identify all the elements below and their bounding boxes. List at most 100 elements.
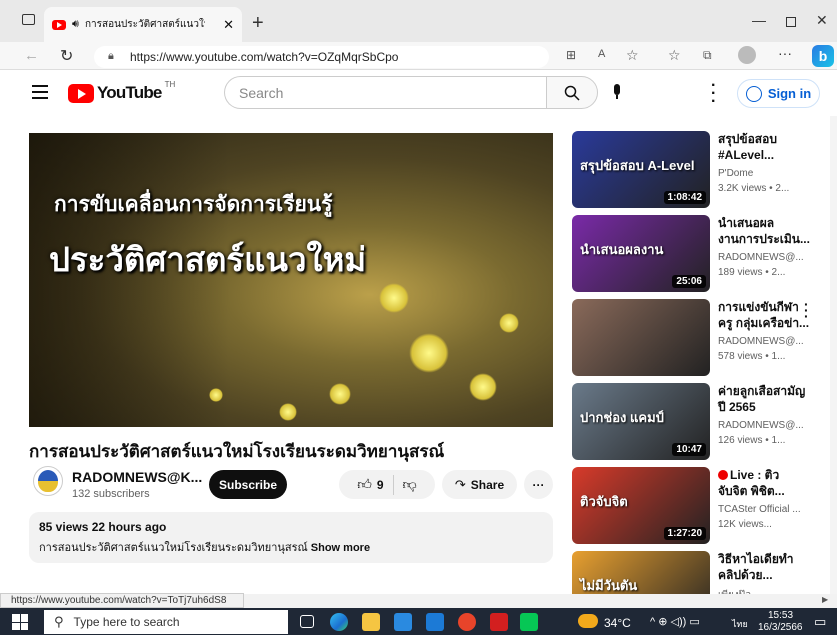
minimize-icon[interactable]: — <box>752 12 766 28</box>
refresh-icon[interactable]: ↻ <box>60 46 73 66</box>
file-explorer-icon[interactable] <box>362 613 380 631</box>
related-video-card[interactable]: การแข่งขันกีฬา ครู กลุ่มเครือข่า... RADOM… <box>572 297 837 377</box>
more-options-icon[interactable]: · · · <box>711 78 716 110</box>
related-thumbnail[interactable]: ปากช่อง แคมป์ 10:47 <box>572 383 710 460</box>
related-thumbnail[interactable]: ติวจับจิต 1:27:20 <box>572 467 710 544</box>
sign-in-button[interactable]: Sign in <box>737 79 820 108</box>
related-channel: RADOMNEWS@... <box>718 336 804 347</box>
description-text: การสอนประวัติศาสตร์แนวใหม่โรงเรียนระดมวิ… <box>39 542 371 554</box>
menu-icon[interactable] <box>32 85 48 99</box>
show-more-link[interactable]: Show more <box>311 542 370 554</box>
voice-search-icon[interactable] <box>612 84 622 101</box>
line-icon[interactable] <box>520 613 538 631</box>
description-box[interactable]: 85 views 22 hours ago การสอนประวัติศาสตร… <box>29 512 553 563</box>
related-channel: RADOMNEWS@... <box>718 252 804 263</box>
split-screen-icon[interactable]: ⊞ <box>566 48 576 62</box>
notifications-icon[interactable]: ▭ <box>814 614 826 630</box>
tab-strip: 🔊︎ การสอนประวัติศาสตร์แนวใหม่โรง ✕ + — ✕ <box>0 0 837 42</box>
scrollbar-right-arrow-icon[interactable]: ▶ <box>822 595 828 604</box>
share-button[interactable]: ↷ Share <box>442 470 517 499</box>
tab-title: การสอนประวัติศาสตร์แนวใหม่โรง <box>84 19 205 30</box>
related-title: ค่ายลูกเสือสามัญ ปี 2565 <box>718 384 806 414</box>
favorites-icon[interactable]: ☆ <box>668 47 681 64</box>
windows-start-icon[interactable] <box>12 614 28 630</box>
new-tab-icon[interactable]: + <box>252 12 264 35</box>
share-label: Share <box>470 477 505 492</box>
window-close-icon[interactable]: ✕ <box>816 12 828 29</box>
related-channel: RADOMNEWS@... <box>718 420 804 431</box>
related-title: Live : ติว จับจิต พิชิต... <box>718 468 785 498</box>
related-video-card[interactable]: ติวจับจิต 1:27:20 Live : ติว จับจิต พิชิต.… <box>572 467 837 545</box>
related-video-card[interactable]: ปากช่อง แคมป์ 10:47 ค่ายลูกเสือสามัญ ปี 25… <box>572 383 837 461</box>
subscriber-count: 132 subscribers <box>72 488 150 500</box>
thumbs-down-icon: 👎︎ <box>402 476 417 492</box>
clock-date[interactable]: 16/3/2566 <box>758 622 803 633</box>
duration-badge: 1:27:20 <box>663 527 706 540</box>
vertical-scrollbar[interactable] <box>830 116 837 594</box>
store-icon[interactable] <box>394 613 412 631</box>
related-title: วิธีหาไอเดียทำ คลิปด้วย... <box>718 552 794 582</box>
weather-icon[interactable] <box>578 614 598 628</box>
live-dot-icon <box>718 470 728 480</box>
bing-icon[interactable]: b <box>812 45 834 67</box>
read-aloud-icon[interactable]: A <box>598 48 605 60</box>
youtube-play-icon <box>68 83 94 103</box>
lock-icon[interactable]: 🔒︎ <box>108 50 114 63</box>
like-button[interactable]: 👍︎ 9 <box>357 476 383 493</box>
settings-more-icon[interactable]: ··· <box>778 45 792 61</box>
related-thumbnail[interactable]: สรุปข้อสอบ A-Level 1:08:42 <box>572 131 710 208</box>
system-tray-icons[interactable]: ^ ⊕ ◁)) ▭ <box>650 615 700 628</box>
collections-icon[interactable]: ⧉ <box>703 48 712 63</box>
related-thumbnail[interactable]: นำเสนอผลงาน 25:06 <box>572 215 710 292</box>
thumbnail-text: สรุปข้อสอบ A-Level <box>580 158 695 173</box>
address-bar[interactable]: 🔒︎ https://www.youtube.com/watch?v=OZqMq… <box>94 46 549 68</box>
back-icon[interactable]: ← <box>24 47 39 64</box>
thumbnail-text: นำเสนอผลงาน <box>580 242 664 257</box>
app-red-icon[interactable] <box>490 613 508 631</box>
search-icon: ⚲ <box>54 614 64 629</box>
restore-icon[interactable] <box>786 17 796 27</box>
more-horizontal-icon: ··· <box>532 477 545 492</box>
related-thumbnail[interactable] <box>572 299 710 376</box>
office-icon[interactable] <box>458 613 476 631</box>
thumbs-up-icon: 👍︎ <box>357 476 372 492</box>
related-video-card[interactable]: นำเสนอผลงาน 25:06 นำเสนอผล งานการประเมิน..… <box>572 215 837 293</box>
url-text: https://www.youtube.com/watch?v=OZqMqrSb… <box>130 50 399 64</box>
duration-badge: 10:47 <box>672 443 706 456</box>
tab-actions-icon[interactable] <box>22 14 35 25</box>
youtube-wordmark: YouTube <box>97 83 162 102</box>
video-overlay-title-line1: การขับเคลื่อนการจัดการเรียนรู้ <box>54 193 333 216</box>
add-favorite-icon[interactable]: ☆ <box>626 47 639 64</box>
task-view-icon[interactable] <box>300 615 314 628</box>
youtube-logo[interactable]: YouTube TH <box>68 80 176 103</box>
profile-avatar[interactable] <box>738 46 756 64</box>
subscribe-button[interactable]: Subscribe <box>209 470 287 499</box>
search-input[interactable]: Search <box>224 76 547 109</box>
speaker-icon[interactable]: 🔊︎ <box>72 18 79 31</box>
search-icon <box>564 85 580 101</box>
clock-time[interactable]: 15:53 <box>768 610 793 621</box>
browser-tab[interactable]: 🔊︎ การสอนประวัติศาสตร์แนวใหม่โรง ✕ <box>44 7 242 42</box>
more-actions-button[interactable]: ··· <box>524 470 553 499</box>
taskbar-search-placeholder: Type here to search <box>73 615 180 629</box>
weather-temp[interactable]: 34°C <box>604 616 631 630</box>
related-video-card[interactable]: สรุปข้อสอบ A-Level 1:08:42 สรุปข้อสอบ #ALe… <box>572 131 837 209</box>
taskbar-search-input[interactable]: ⚲ Type here to search <box>44 610 288 634</box>
mail-icon[interactable] <box>426 613 444 631</box>
dislike-button[interactable]: 👎︎ <box>403 476 417 493</box>
sign-in-label: Sign in <box>767 86 812 101</box>
related-channel: P'Dome <box>718 168 754 179</box>
channel-name[interactable]: RADOMNEWS@K... <box>72 469 202 485</box>
input-language[interactable]: ไทย <box>732 617 748 631</box>
related-meta: 126 views • 1... <box>718 435 786 446</box>
video-player[interactable]: การขับเคลื่อนการจัดการเรียนรู้ ประวัติศา… <box>29 133 553 427</box>
related-channel: TCASter Official ... <box>718 504 801 515</box>
tab-close-icon[interactable]: ✕ <box>223 17 234 33</box>
channel-avatar[interactable] <box>33 466 63 496</box>
region-code: TH <box>164 80 176 89</box>
school-emblem-icon <box>38 470 58 492</box>
thumbnail-text: ไม่มีวันตัน <box>580 578 638 593</box>
edge-icon[interactable] <box>330 613 348 631</box>
card-more-icon[interactable]: · · · <box>804 297 809 323</box>
search-button[interactable] <box>546 76 598 109</box>
